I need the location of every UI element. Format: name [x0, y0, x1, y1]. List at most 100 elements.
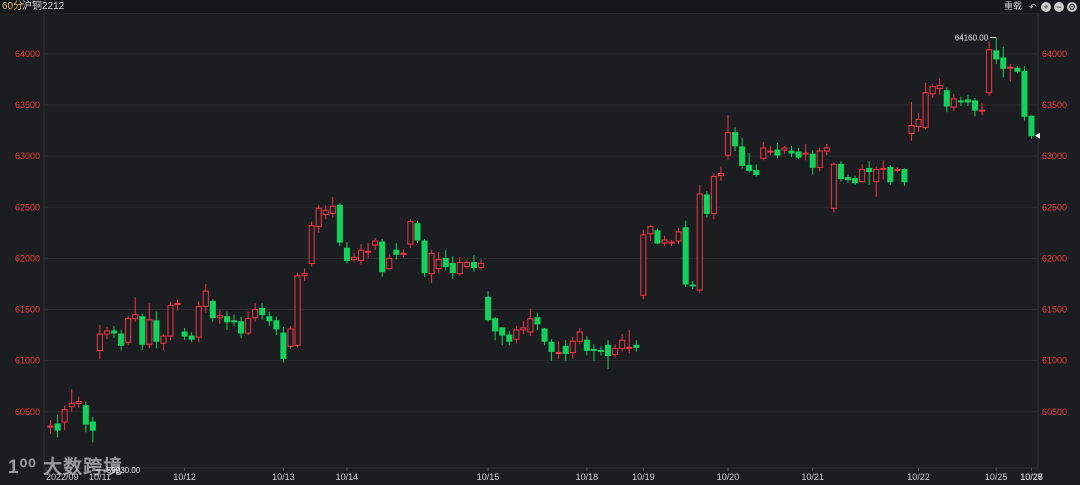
candle-body	[400, 252, 407, 255]
candle-body	[993, 50, 1000, 60]
undo-icon[interactable]: ↶	[1028, 2, 1038, 12]
candle-body	[957, 100, 964, 103]
y-tick-label-left: 61500	[15, 305, 40, 315]
candle-body	[315, 207, 322, 228]
y-tick-label-left: 61000	[15, 356, 40, 366]
candle-body	[280, 332, 287, 360]
candle-body	[802, 152, 809, 155]
plot-frame	[43, 13, 1039, 469]
candle-body	[96, 333, 103, 351]
candle-body	[936, 85, 943, 90]
candle-body	[449, 263, 456, 274]
candle-body	[640, 234, 647, 296]
candle-body	[322, 209, 329, 215]
candle-body	[710, 176, 717, 214]
candle-body	[830, 163, 837, 209]
candle-body	[986, 49, 993, 94]
candle-body	[54, 423, 61, 431]
candle-body	[633, 344, 640, 348]
candle-body	[181, 331, 188, 337]
candle-body	[964, 99, 971, 103]
candle-body	[774, 149, 781, 156]
candle-body	[576, 331, 583, 342]
candle-body	[407, 221, 414, 245]
y-tick-label-right: 62500	[1042, 202, 1067, 212]
candle-body	[619, 339, 626, 349]
y-tick-label-right: 61000	[1042, 356, 1067, 366]
y-tick-label-right: 63000	[1042, 151, 1067, 161]
candle-body	[597, 349, 605, 352]
y-tick-label-left: 63000	[15, 151, 40, 161]
candle-body	[259, 307, 266, 316]
y-tick-label-left: 62000	[15, 253, 40, 263]
x-tick-label: 10/13	[272, 472, 295, 482]
candle-body	[132, 314, 139, 320]
reset-button[interactable]: 重载	[1004, 0, 1022, 13]
candle-body	[75, 401, 82, 405]
candle-body	[428, 252, 435, 275]
candlestick-chart[interactable]: 60500 60500 61000 61000 61500 61500 62000 62000…	[0, 13, 1080, 485]
candle-body	[103, 330, 111, 335]
candle-body	[485, 296, 492, 321]
x-tick-label: 10/15	[477, 472, 500, 482]
candle-body	[223, 316, 230, 323]
candle-body	[301, 273, 308, 277]
x-tick-label: 10/12	[173, 472, 196, 482]
candle-body	[816, 150, 823, 168]
candle-body	[746, 164, 753, 171]
candle-body	[146, 319, 153, 345]
zoom-in-icon[interactable]: +	[1041, 1, 1051, 12]
symbol-label: 沪铜2212	[22, 1, 65, 12]
zoom-out-icon[interactable]: −	[1054, 1, 1064, 12]
candle-body	[943, 90, 950, 107]
watermark-logo: 1⁰⁰ 大数跨境	[8, 457, 124, 478]
candle-body	[887, 166, 894, 183]
candle-body	[739, 146, 746, 166]
candle-body	[767, 150, 774, 153]
candle-body	[47, 425, 54, 428]
candle-body	[626, 346, 633, 349]
candle-body	[724, 132, 732, 156]
candle-body	[358, 249, 365, 261]
x-tick-label: 10/14	[336, 472, 359, 482]
candle-body	[809, 153, 816, 168]
candle-body	[908, 124, 915, 135]
x-tick-label: 10/28	[1020, 472, 1043, 482]
candle-body	[689, 284, 696, 287]
toolbar-tools: 重载 ↶ + − ⚙	[1004, 0, 1077, 13]
candle-body	[590, 348, 597, 351]
candle-body	[1021, 70, 1028, 117]
high-value-label: 64160.00	[955, 34, 989, 43]
candle-body	[230, 320, 238, 323]
candle-body	[1007, 66, 1014, 69]
candle-body	[372, 240, 379, 246]
candle-body	[880, 167, 887, 170]
candle-body	[837, 163, 844, 180]
candle-body	[682, 227, 689, 285]
candle-body	[852, 178, 859, 184]
candle-body	[527, 318, 534, 333]
y-tick-label-right: 60500	[1042, 407, 1067, 417]
candle-body	[111, 330, 118, 334]
candle-body	[266, 316, 273, 322]
candle-body	[82, 405, 89, 425]
period-selector[interactable]: 60分	[2, 0, 23, 13]
candle-body	[273, 320, 280, 330]
candle-body	[647, 226, 654, 235]
candle-body	[506, 334, 513, 342]
candle-body	[534, 317, 541, 325]
candle-body	[760, 147, 767, 159]
candle-body	[1000, 57, 1007, 69]
y-tick-label-right: 61500	[1042, 305, 1067, 315]
candle-body	[605, 344, 612, 357]
x-tick-label: 10/25	[985, 472, 1008, 482]
candle-body	[922, 92, 929, 129]
candle-body	[732, 132, 739, 147]
candle-body	[971, 100, 979, 111]
candle-body	[195, 305, 202, 338]
candle-body	[209, 300, 216, 319]
candle-body	[612, 347, 619, 356]
candle-body	[866, 167, 873, 172]
settings-icon[interactable]: ⚙	[1067, 1, 1077, 12]
candle-body	[160, 335, 167, 344]
